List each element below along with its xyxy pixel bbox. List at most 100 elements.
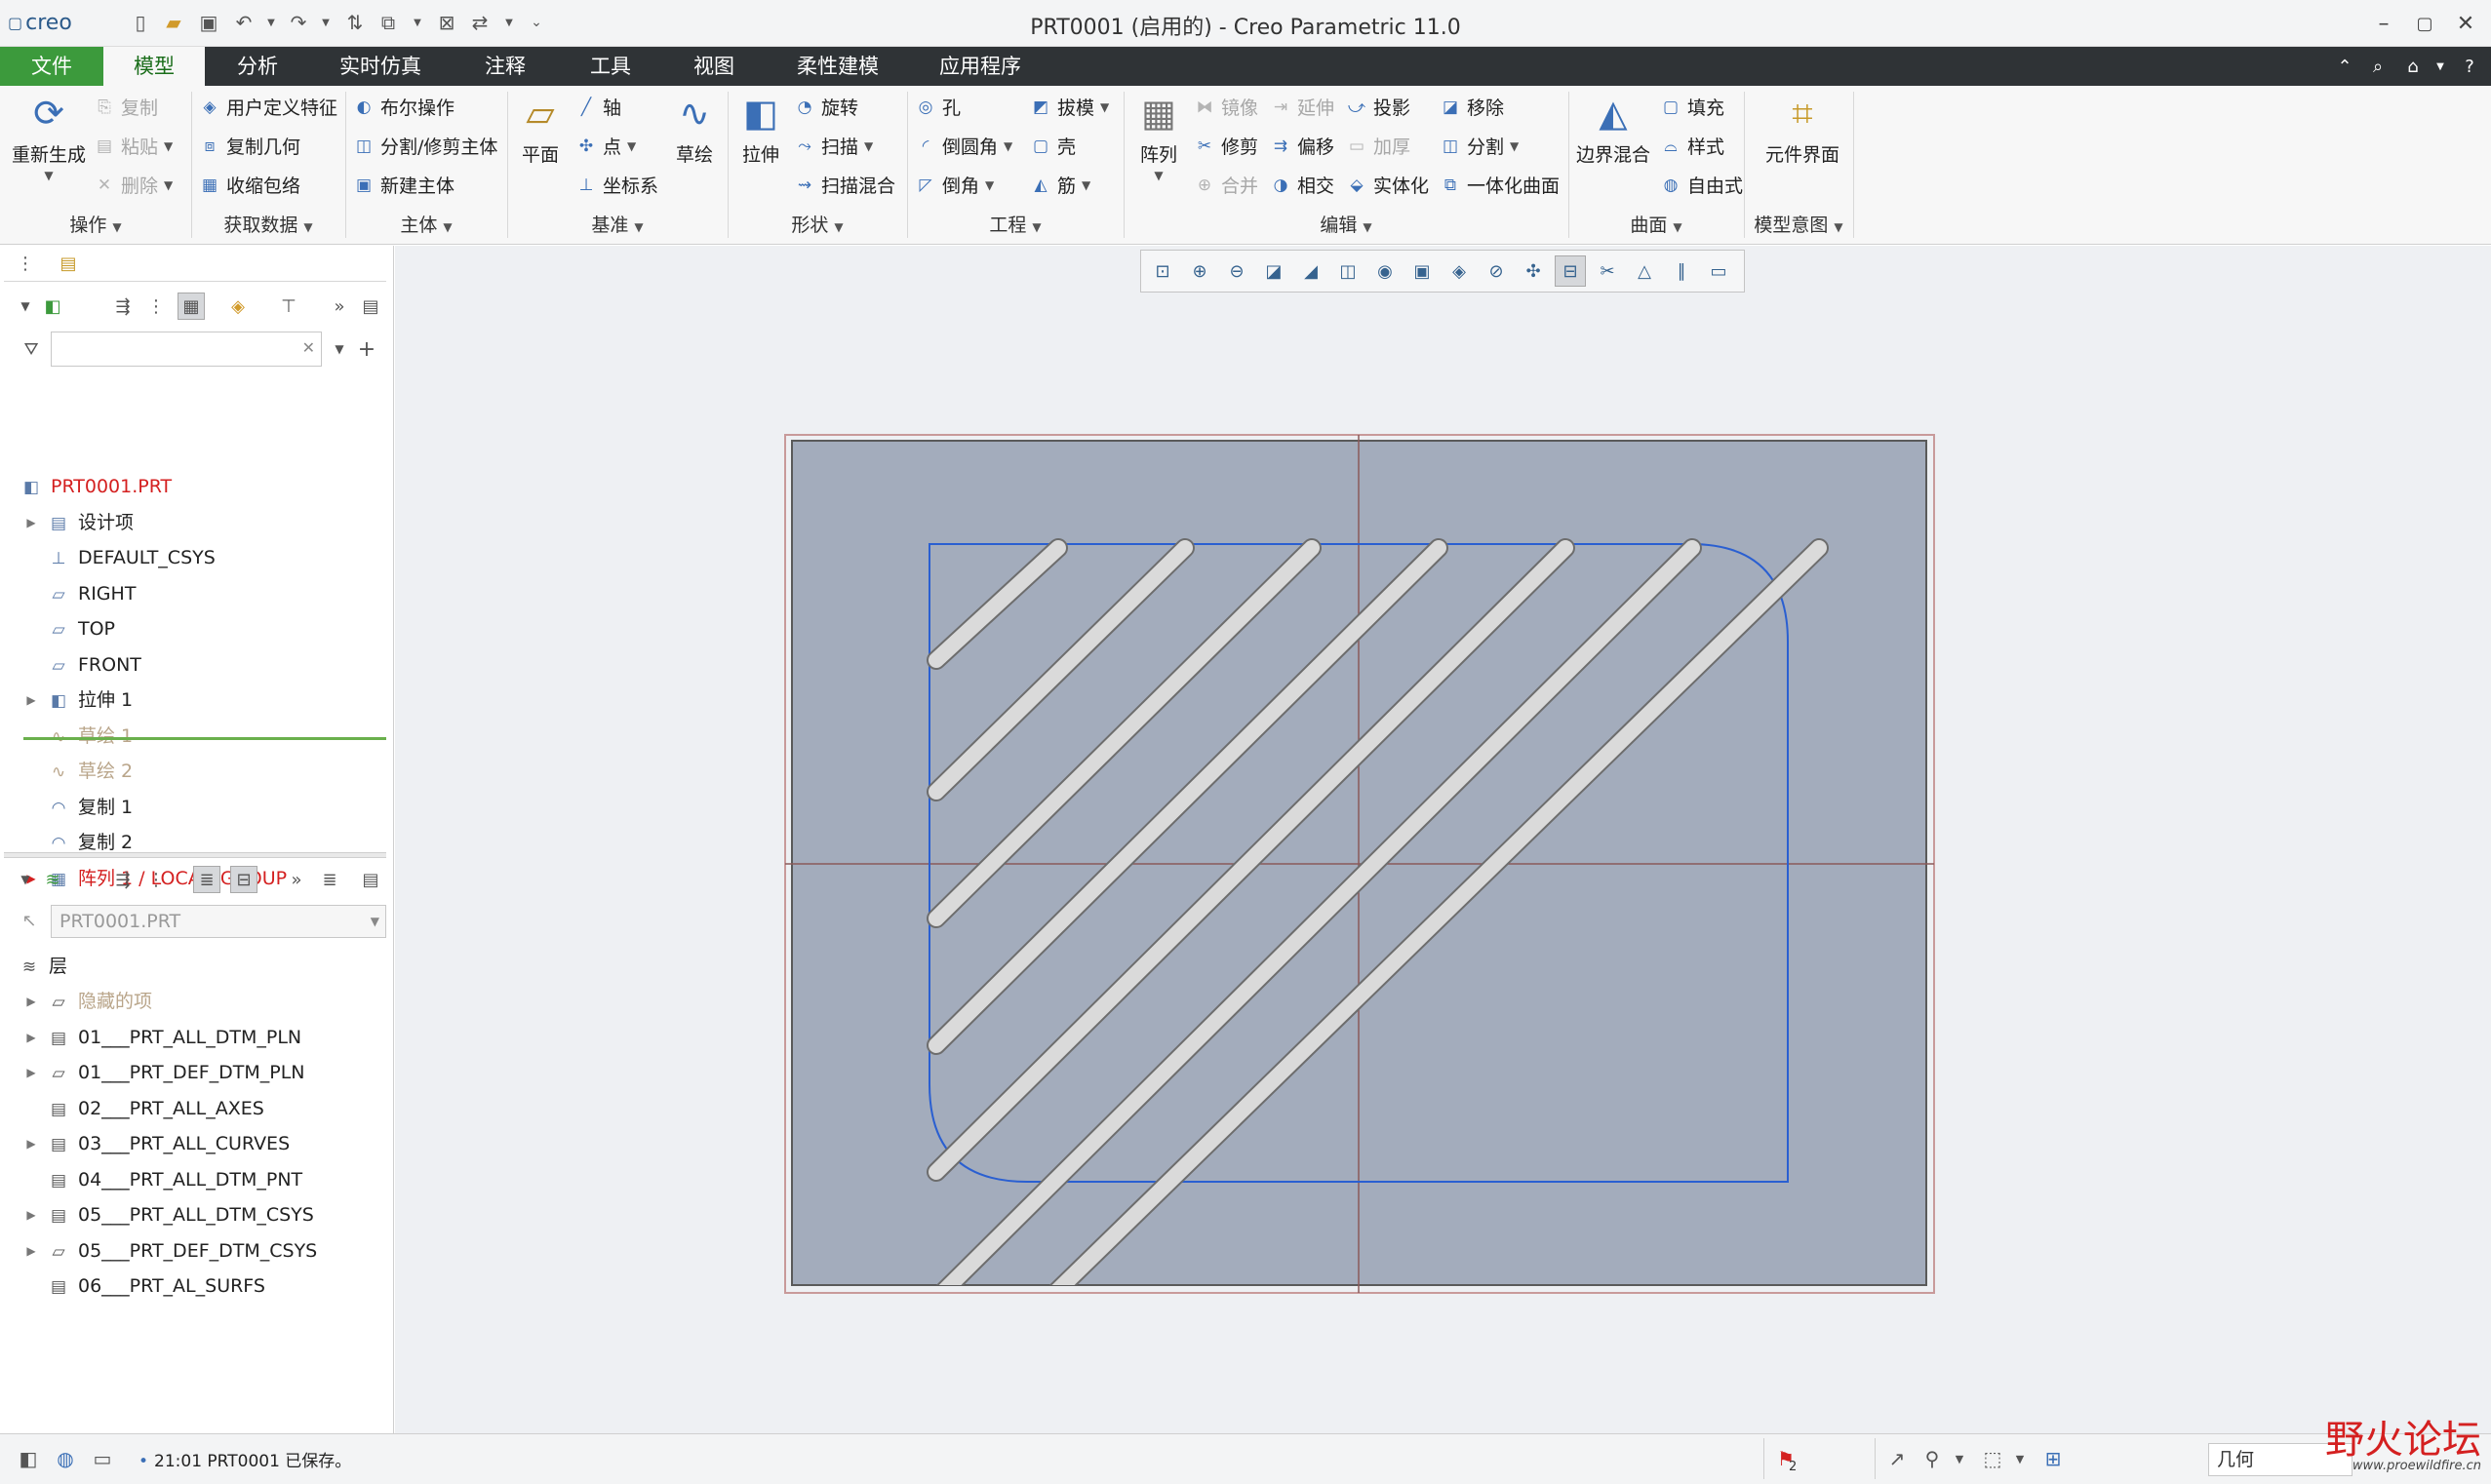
group-surfaces[interactable]: 曲面 ▼ [1568,211,1744,240]
style-button[interactable]: ⌓ 样式 [1660,133,1724,159]
tree-item[interactable]: ◧ PRT0001.PRT [20,472,172,501]
minimize-icon[interactable]: – [2364,8,2403,39]
expand-icon[interactable]: ▶ [23,1200,39,1230]
search-icon[interactable]: ⌕ [2364,53,2392,80]
rib-dropdown-icon[interactable]: ▼ [1082,178,1090,192]
tree-item[interactable]: ∿ 草绘 2 [47,757,133,786]
chamfer-button[interactable]: ◸ 倒角 ▼ [915,172,994,198]
layer-tree-icon[interactable]: ≋ [39,866,66,893]
expand-icon[interactable]: ▶ [23,1058,39,1087]
shrinkwrap-button[interactable]: ▦ 收缩包络 [199,172,300,198]
graphics-window[interactable]: ⊡ ⊕ ⊖ ◪ ◢ ◫ ◉ ▣ ◈ ⊘ ✣ ⊟ ✂ △ ∥ ▭ [395,246,2491,1433]
intersect-button[interactable]: ◑ 相交 [1270,172,1334,198]
csys-button[interactable]: ⊥ 坐标系 [575,172,658,198]
group-shapes[interactable]: 形状 ▼ [728,211,907,240]
model-tree-tab-icon[interactable]: ⋮ [12,250,39,277]
offset-button[interactable]: ⇉ 偏移 [1270,133,1334,159]
regenerate-dropdown-icon[interactable]: ▼ [8,169,90,182]
learning-icon[interactable]: ⌂ [2399,53,2427,80]
tab-applications[interactable]: 应用程序 [917,47,1044,86]
rib-button[interactable]: ◭ 筋 ▼ [1030,172,1090,198]
sweep-dropdown-icon[interactable]: ▼ [864,139,873,153]
point-dropdown-icon[interactable]: ▼ [627,139,636,153]
tree-item[interactable]: ▱ TOP [47,614,115,644]
model-viewport[interactable] [395,246,2491,1433]
round-button[interactable]: ◜ 倒圆角 ▼ [915,133,1013,159]
point-button[interactable]: ✣ 点 ▼ [575,133,636,159]
group-body[interactable]: 主体 ▼ [345,211,507,240]
paste-dropdown-icon[interactable]: ▼ [164,139,173,153]
show-tree-icon[interactable]: ⇶ [109,293,137,320]
tree-settings-icon[interactable]: ⊤ [275,293,302,320]
layer-item[interactable]: ▤ 04___PRT_ALL_DTM_PNT [47,1165,302,1194]
tab-live-simulation[interactable]: 实时仿真 [314,47,447,86]
tree-item[interactable]: ▶ ▤ 设计项 [26,508,134,537]
layer-item[interactable]: ▤ 06___PRT_AL_SURFS [47,1271,265,1301]
mirror-button[interactable]: ⧓ 镜像 [1194,94,1259,120]
axis-button[interactable]: ╱ 轴 [575,94,621,120]
round-dropdown-icon[interactable]: ▼ [1004,139,1012,153]
copy-button[interactable]: ⎘ 复制 [94,94,158,120]
add-item-icon[interactable]: + [353,335,380,363]
tab-model[interactable]: 模型 [103,47,205,86]
delete-dropdown-icon[interactable]: ▼ [164,178,173,192]
toggle-navigator-icon[interactable]: ◧ [14,1444,43,1473]
boolean-button[interactable]: ◐ 布尔操作 [353,94,455,120]
tree-options-icon[interactable]: ▤ [357,293,384,320]
udf-button[interactable]: ◈ 用户定义特征 [199,94,337,120]
layer-item[interactable]: ▶ ▱ 隐藏的项 [26,987,152,1016]
tab-annotate[interactable]: 注释 [458,47,552,86]
extrude-button[interactable]: ◧ 拉伸 [733,90,788,167]
expand-icon[interactable]: ▶ [23,1023,39,1052]
pattern-dropdown-icon[interactable]: ▼ [1131,169,1186,182]
delete-button[interactable]: ✕ 删除 ▼ [94,172,173,198]
panel-splitter[interactable] [4,852,386,858]
sketch-button[interactable]: ∿ 草绘 [667,90,722,167]
fill-button[interactable]: ▢ 填充 [1660,94,1724,120]
layer-show-icon[interactable]: ⇶ [109,866,137,893]
revolve-button[interactable]: ◔ 旋转 [794,94,858,120]
smart-select-icon[interactable]: ↗ [1882,1444,1912,1473]
thicken-button[interactable]: ▭ 加厚 [1346,133,1410,159]
more-tools-icon[interactable]: » [326,293,353,320]
pattern-button[interactable]: ▦ 阵列 ▼ [1131,90,1186,182]
component-interface-button[interactable]: ⌗ 元件界面 [1756,90,1849,167]
layer-item[interactable]: ▶ ▤ 03___PRT_ALL_CURVES [26,1129,290,1158]
group-datum[interactable]: 基准 ▼ [507,211,728,240]
tab-view[interactable]: 视图 [667,47,761,86]
split-button[interactable]: ◫ 分割 ▼ [1440,133,1519,159]
collapse-layer-tree-icon[interactable]: ▼ [12,866,39,893]
layer-model-select[interactable]: PRT0001.PRT ▼ [51,905,386,938]
draft-dropdown-icon[interactable]: ▼ [1100,100,1109,114]
new-body-button[interactable]: ▣ 新建主体 [353,172,455,198]
selection-box-icon[interactable]: ⬚ [1978,1444,2007,1473]
tree-item[interactable]: ⊥ DEFAULT_CSYS [47,543,216,572]
shell-button[interactable]: ▢ 壳 [1030,133,1076,159]
group-operations[interactable]: 操作 ▼ [0,211,191,240]
browser-icon[interactable]: ◍ [51,1444,80,1473]
find-dropdown-icon[interactable]: ▼ [1945,1444,1974,1473]
paste-button[interactable]: ▤ 粘贴 ▼ [94,133,173,159]
tree-item[interactable]: ▱ FRONT [47,650,140,680]
layer-item[interactable]: ▶ ▱ 05___PRT_DEF_DTM_CSYS [26,1236,317,1266]
feature-tag-icon[interactable]: ◈ [224,293,252,320]
chamfer-dropdown-icon[interactable]: ▼ [985,178,994,192]
expand-icon[interactable]: ▶ [23,987,39,1016]
expand-icon[interactable]: ▶ [23,1129,39,1158]
tree-columns-icon[interactable]: ⋮ [142,293,170,320]
split-trim-body-button[interactable]: ◫ 分割/修剪主体 [353,133,497,159]
freestyle-button[interactable]: ◍ 自由式 [1660,172,1743,198]
close-icon[interactable]: ✕ [2446,8,2485,39]
unify-surfaces-button[interactable]: ⧉ 一体化曲面 [1440,172,1560,198]
search-dropdown-icon[interactable]: ▼ [326,335,353,363]
maximize-icon[interactable]: ▢ [2405,8,2444,39]
tree-item[interactable]: ▱ RIGHT [47,579,136,608]
collapse-ribbon-icon[interactable]: ⌃ [2331,53,2358,80]
chevron-down-icon[interactable]: ▼ [371,906,379,937]
tab-flexible-modeling[interactable]: 柔性建模 [774,47,901,86]
learning-dropdown-icon[interactable]: ▼ [2427,53,2454,80]
layer-item[interactable]: ▶ ▱ 01___PRT_DEF_DTM_PLN [26,1058,304,1087]
split-dropdown-icon[interactable]: ▼ [1510,139,1519,153]
hole-button[interactable]: ◎ 孔 [915,94,961,120]
tree-item[interactable]: ▶ ◧ 拉伸 1 [26,685,133,715]
